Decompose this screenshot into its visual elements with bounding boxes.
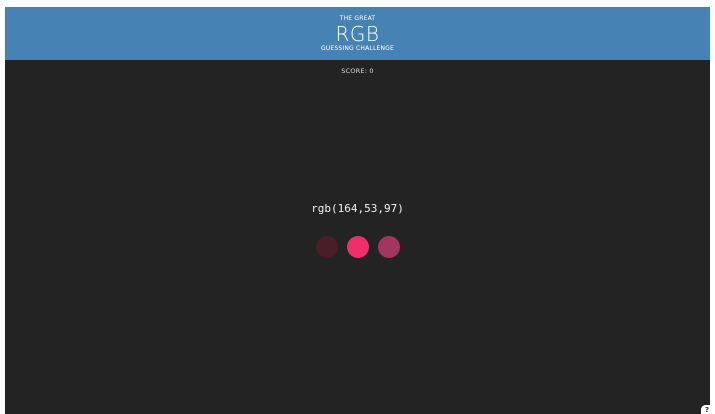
- header-line-guessing-challenge: GUESSING CHALLENGE: [320, 45, 395, 52]
- color-option-3[interactable]: [377, 236, 400, 258]
- color-options: [5, 236, 710, 258]
- header-title-rgb: RGB: [335, 22, 380, 46]
- color-option-1[interactable]: [315, 236, 338, 258]
- score-display: SCORE: 0: [341, 67, 374, 75]
- game-frame: THE GREAT RGB GUESSING CHALLENGE SCORE: …: [5, 7, 710, 414]
- color-option-2[interactable]: [346, 236, 369, 258]
- target-rgb-value: rgb(164,53,97): [311, 202, 404, 215]
- help-button[interactable]: ?: [701, 405, 710, 414]
- header-line-the-great: THE GREAT: [339, 15, 376, 22]
- header: THE GREAT RGB GUESSING CHALLENGE: [5, 7, 710, 60]
